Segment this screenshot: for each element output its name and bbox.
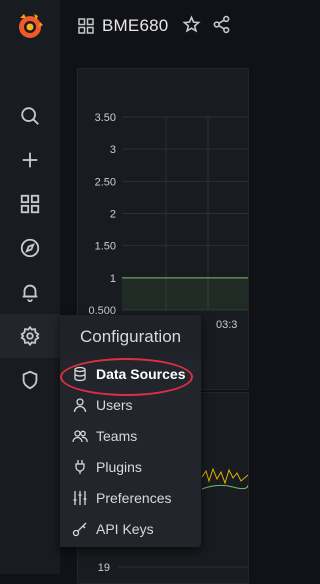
menu-item-label: Users: [96, 397, 133, 413]
y-tick-label: 1.50: [95, 241, 116, 253]
menu-item-plugins[interactable]: Plugins: [60, 452, 201, 482]
explore-icon: [20, 238, 40, 258]
sidebar-search[interactable]: [0, 94, 60, 138]
sidebar-create[interactable]: [0, 138, 60, 182]
menu-item-label: Data Sources: [96, 366, 186, 382]
share-icon[interactable]: [212, 15, 231, 34]
gear-icon: [20, 325, 40, 347]
dashboard-topbar: BME680: [60, 0, 235, 52]
y-tick-label: 3: [110, 144, 116, 156]
database-icon: [74, 366, 86, 382]
star-icon[interactable]: [182, 15, 201, 34]
user-icon: [73, 398, 87, 413]
series-area: [122, 277, 248, 310]
bell-icon: [22, 284, 38, 303]
menu-item-label: Teams: [96, 428, 138, 444]
key-icon: [72, 522, 87, 537]
plus-icon: [22, 152, 38, 168]
dashboards-icon: [78, 18, 94, 34]
x-tick-label: 03:3: [216, 319, 237, 331]
menu-item-users[interactable]: Users: [60, 390, 201, 420]
y-tick-label: 2: [110, 209, 116, 221]
y-tick-label: 1: [110, 273, 116, 285]
y-tick-label: 3.50: [95, 112, 116, 124]
configuration-menu-header[interactable]: Configuration: [60, 315, 201, 359]
series-line: [201, 467, 248, 485]
search-icon: [21, 107, 39, 125]
menu-item-data-sources[interactable]: Data Sources: [60, 359, 201, 389]
sliders-icon: [73, 491, 87, 505]
shield-icon: [22, 370, 38, 390]
plug-icon: [75, 460, 85, 474]
menu-item-preferences[interactable]: Preferences: [60, 483, 201, 513]
menu-item-label: Plugins: [96, 459, 142, 475]
menu-item-api-keys[interactable]: API Keys: [60, 514, 201, 544]
sidebar: [0, 0, 60, 574]
sidebar-configuration[interactable]: [0, 314, 60, 358]
grafana-logo-icon[interactable]: [12, 8, 48, 44]
menu-item-label: API Keys: [96, 521, 154, 537]
y-tick-label: 2.50: [95, 176, 116, 188]
series-line: [201, 484, 248, 490]
configuration-menu: Configuration Data Sources Users Teams P…: [60, 315, 201, 547]
sidebar-dashboards[interactable]: [0, 182, 60, 226]
y-tick-label: 19: [98, 562, 110, 574]
menu-item-label: Preferences: [96, 490, 172, 506]
dashboard-title[interactable]: BME680: [102, 16, 168, 36]
sidebar-alerting[interactable]: [0, 270, 60, 314]
menu-item-teams[interactable]: Teams: [60, 421, 201, 451]
sidebar-server-admin[interactable]: [0, 358, 60, 402]
sidebar-explore[interactable]: [0, 226, 60, 270]
users-icon: [72, 430, 88, 443]
dashboards-icon: [20, 194, 40, 214]
